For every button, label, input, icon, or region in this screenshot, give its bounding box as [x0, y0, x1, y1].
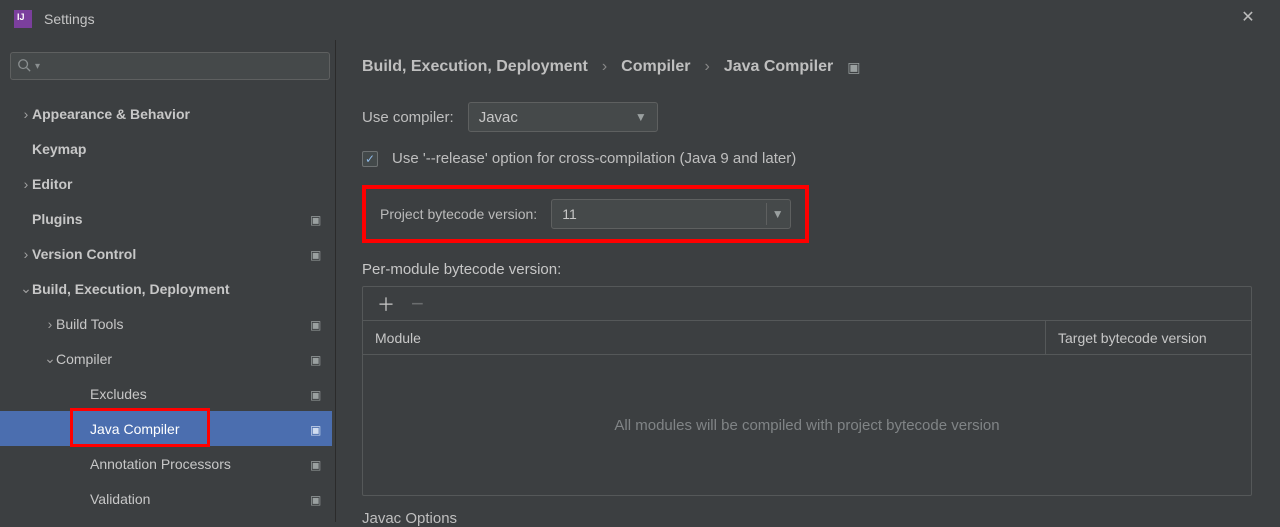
project-scope-icon: ▣	[310, 388, 322, 400]
tree-item-build-tools[interactable]: ›Build Tools▣	[0, 306, 332, 341]
tree-item-label: Version Control	[32, 246, 310, 262]
release-option-label: Use '--release' option for cross-compila…	[392, 150, 796, 167]
tree-item-label: Plugins	[32, 211, 310, 227]
tree-item-label: Editor	[32, 176, 322, 192]
project-scope-icon: ▣	[310, 248, 322, 260]
tree-item-java-compiler[interactable]: Java Compiler▣	[0, 411, 332, 446]
tree-item-editor[interactable]: ›Editor	[0, 166, 332, 201]
chevron-right-icon: ›	[20, 246, 32, 262]
breadcrumb: Build, Execution, Deployment › Compiler …	[362, 58, 1258, 76]
chevron-right-icon: ›	[20, 106, 32, 122]
tree-item-label: Annotation Processors	[90, 456, 310, 472]
dropdown-value: 11	[562, 206, 577, 222]
settings-tree: ›Appearance & Behavior Keymap ›Editor Pl…	[0, 92, 332, 516]
column-target-bytecode[interactable]: Target bytecode version	[1046, 321, 1251, 354]
tree-item-plugins[interactable]: Plugins▣	[0, 201, 332, 236]
tree-item-build[interactable]: ⌄Build, Execution, Deployment	[0, 271, 332, 306]
add-icon[interactable]: ＋	[377, 291, 395, 317]
breadcrumb-item[interactable]: Compiler	[621, 58, 690, 76]
panel-divider[interactable]	[332, 40, 336, 522]
project-scope-icon: ▣	[847, 59, 860, 76]
tree-item-compiler[interactable]: ⌄Compiler▣	[0, 341, 332, 376]
chevron-right-icon: ›	[20, 176, 32, 192]
breadcrumb-item: Java Compiler	[724, 58, 833, 76]
tree-item-label: Java Compiler	[90, 421, 310, 437]
chevron-down-icon: ▼	[635, 110, 647, 124]
tree-item-label: Compiler	[56, 351, 310, 367]
project-scope-icon: ▣	[310, 458, 322, 470]
javac-options-section: Javac Options	[362, 510, 1258, 527]
content-panel: Build, Execution, Deployment › Compiler …	[340, 40, 1280, 522]
tree-item-label: Build Tools	[56, 316, 310, 332]
project-scope-icon: ▣	[310, 213, 322, 225]
tree-item-annotation-processors[interactable]: Annotation Processors▣	[0, 446, 332, 481]
breadcrumb-item[interactable]: Build, Execution, Deployment	[362, 58, 588, 76]
tree-item-appearance[interactable]: ›Appearance & Behavior	[0, 96, 332, 131]
search-icon	[17, 58, 31, 75]
release-option-checkbox[interactable]: ✓	[362, 151, 378, 167]
tree-item-validation[interactable]: Validation▣	[0, 481, 332, 516]
tree-item-label: Excludes	[90, 386, 310, 402]
tree-item-label: Validation	[90, 491, 310, 507]
project-bytecode-label: Project bytecode version:	[380, 206, 537, 222]
tree-item-label: Build, Execution, Deployment	[32, 281, 322, 297]
table-empty-message: All modules will be compiled with projec…	[363, 355, 1251, 495]
chevron-down-icon: ⌄	[20, 280, 32, 297]
table-header: Module Target bytecode version	[363, 321, 1251, 355]
tree-item-label: Appearance & Behavior	[32, 106, 322, 122]
project-scope-icon: ▣	[310, 423, 322, 435]
dropdown-value: Javac	[479, 109, 518, 126]
tree-item-version-control[interactable]: ›Version Control▣	[0, 236, 332, 271]
project-scope-icon: ▣	[310, 353, 322, 365]
chevron-right-icon: ›	[602, 58, 607, 76]
chevron-down-icon: ⌄	[44, 350, 56, 367]
window-title: Settings	[44, 11, 95, 27]
per-module-table: ＋ − Module Target bytecode version All m…	[362, 286, 1252, 496]
tree-item-excludes[interactable]: Excludes▣	[0, 376, 332, 411]
use-compiler-label: Use compiler:	[362, 109, 454, 126]
tree-item-label: Keymap	[32, 141, 322, 157]
tree-item-keymap[interactable]: Keymap	[0, 131, 332, 166]
chevron-down-icon: ▼	[766, 203, 788, 225]
close-icon[interactable]: ✕	[1240, 10, 1256, 26]
per-module-label: Per-module bytecode version:	[362, 261, 1258, 278]
project-bytecode-dropdown[interactable]: 11 ▼	[551, 199, 791, 229]
table-toolbar: ＋ −	[363, 287, 1251, 321]
chevron-right-icon: ›	[44, 316, 56, 332]
search-input[interactable]: ▾	[10, 52, 330, 80]
project-scope-icon: ▣	[310, 318, 322, 330]
history-icon[interactable]: ▾	[35, 61, 40, 72]
chevron-right-icon: ›	[704, 58, 709, 76]
project-scope-icon: ▣	[310, 493, 322, 505]
use-compiler-dropdown[interactable]: Javac ▼	[468, 102, 658, 132]
sidebar: ▾ ›Appearance & Behavior Keymap ›Editor …	[0, 40, 332, 522]
highlight-annotation: Project bytecode version: 11 ▼	[362, 185, 809, 243]
app-icon	[14, 10, 32, 28]
column-module[interactable]: Module	[363, 321, 1046, 354]
